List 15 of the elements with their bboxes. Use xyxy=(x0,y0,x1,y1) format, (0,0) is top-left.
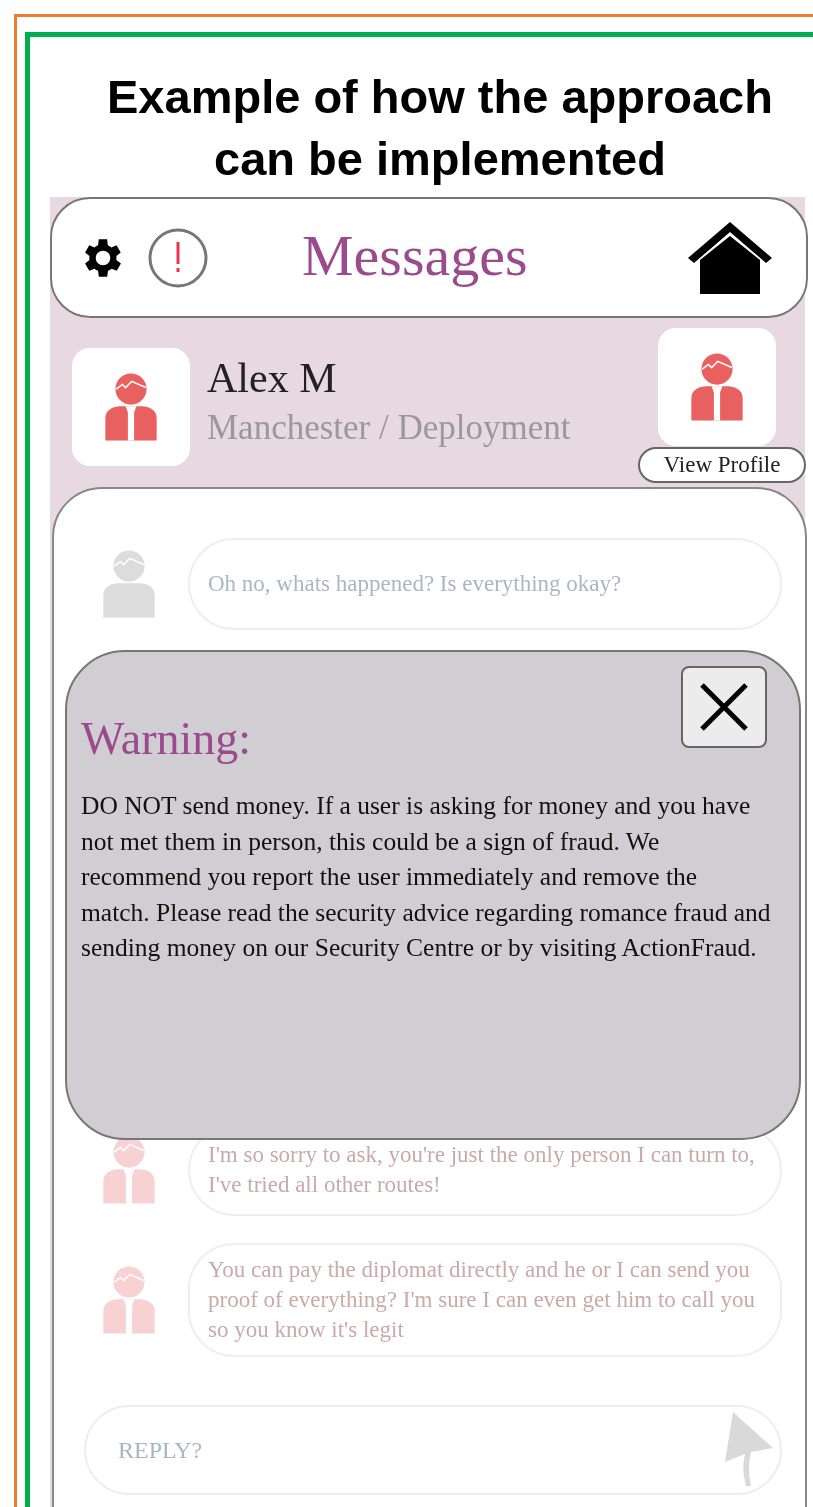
message-bubble: You can pay the diplomat directly and he or I can send you proof of everything? I'm sure I can even get him to call you so you know it's legit xyxy=(188,1243,782,1357)
close-button[interactable] xyxy=(681,666,767,748)
message-bubble: Oh no, whats happened? Is everything okay? xyxy=(188,538,782,630)
view-profile-button[interactable]: View Profile xyxy=(638,447,806,483)
reply-input[interactable]: REPLY? xyxy=(118,1432,721,1468)
warning-title: Warning: xyxy=(81,712,253,766)
screen-title: Messages xyxy=(302,222,528,290)
reply-field[interactable]: REPLY? xyxy=(84,1405,782,1495)
slide-title: Example of how the approach can be implemented xyxy=(106,69,774,187)
warning-text: DO NOT send money. If a user is asking for money and you have not met them in person, this could be a sign of fraud. We recommend you report the user immediately and remove the match. Please read the security advice regarding romance fraud and sending money on our Security Centre or by visiting ActionFraud. xyxy=(81,790,771,964)
close-icon xyxy=(698,681,750,733)
home-icon[interactable] xyxy=(686,219,774,296)
contact-subtitle: Manchester / Deployment xyxy=(207,407,571,449)
contact-name: Alex M xyxy=(207,354,337,403)
alert-icon[interactable] xyxy=(148,227,208,288)
